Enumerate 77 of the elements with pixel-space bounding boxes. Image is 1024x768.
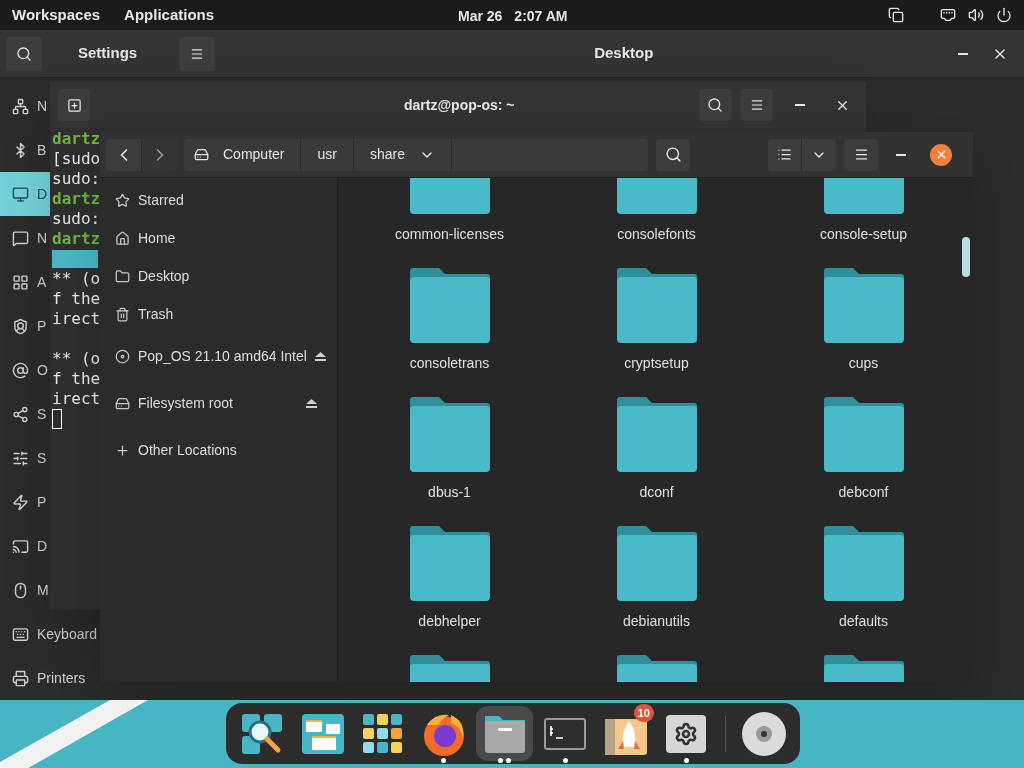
- places-item[interactable]: Desktop: [100, 257, 337, 295]
- sidebar-label: Printers: [37, 668, 86, 688]
- sidebar-item[interactable]: S: [0, 436, 50, 480]
- places-label: Other Locations: [138, 441, 237, 460]
- sidebar-item[interactable]: Keyboard: [0, 612, 97, 656]
- notification-badge: 10: [633, 704, 654, 722]
- path-button[interactable]: Computer: [184, 138, 302, 171]
- prompt-text: dartz: [52, 129, 101, 149]
- places-item[interactable]: Starred: [100, 181, 337, 219]
- top-bar-menu[interactable]: Applications: [124, 3, 215, 27]
- sidebar-item[interactable]: P: [0, 304, 50, 348]
- folder-name: defaults: [838, 612, 888, 631]
- folder-name: debhelper: [418, 612, 481, 631]
- places-item[interactable]: Home: [100, 219, 337, 257]
- places-item[interactable]: Trash: [100, 295, 337, 333]
- sidebar-label: S: [37, 448, 47, 468]
- folder-name: consoletrans: [409, 354, 490, 373]
- places-label: Starred: [138, 190, 184, 210]
- sidebar-item[interactable]: A: [0, 260, 50, 304]
- sidebar-label: D: [37, 536, 48, 556]
- prompt-text: dartz: [52, 189, 101, 209]
- places-item[interactable]: Filesystem root: [100, 380, 337, 427]
- sidebar-item[interactable]: N: [0, 84, 50, 128]
- sidebar-item[interactable]: P: [0, 480, 50, 524]
- terminal-line: sudo:: [52, 209, 101, 229]
- sidebar-item[interactable]: N: [0, 216, 50, 260]
- sidebar-label: A: [37, 272, 47, 292]
- clock[interactable]: Mar 26 2:07 AM: [458, 6, 568, 27]
- terminal-line: ** (o: [52, 269, 101, 289]
- sidebar-item[interactable]: S: [0, 392, 50, 436]
- sidebar-item[interactable]: O: [0, 348, 50, 392]
- terminal-line: irect: [52, 389, 101, 409]
- sidebar-label: S: [37, 404, 47, 424]
- dock-item[interactable]: 10: [597, 706, 654, 761]
- folder-name: cryptsetup: [624, 354, 689, 373]
- path-button[interactable]: share: [353, 138, 452, 171]
- folder-name: dconf: [639, 483, 674, 502]
- sidebar-label: Keyboard: [37, 624, 97, 644]
- places-label: Trash: [138, 304, 174, 324]
- terminal-line: irect: [52, 309, 101, 329]
- sidebar-label: D: [37, 184, 48, 204]
- places-item[interactable]: Pop_OS 21.10 amd64 Intel: [100, 333, 337, 380]
- folder-name: console-setup: [819, 225, 908, 244]
- window-title: Settings: [78, 43, 138, 64]
- path-button[interactable]: usr: [301, 138, 354, 171]
- sidebar-item[interactable]: B: [0, 128, 50, 172]
- terminal-line: ** (o: [52, 349, 101, 369]
- places-label: Home: [138, 228, 176, 248]
- sidebar-item[interactable]: M: [0, 568, 50, 612]
- places-label: Desktop: [138, 266, 190, 286]
- sidebar-label: M: [37, 580, 49, 600]
- folder-name: common-licenses: [395, 225, 504, 244]
- sidebar-label: B: [37, 140, 47, 160]
- places-label: Filesystem root: [138, 394, 233, 413]
- sidebar-label: N: [37, 96, 48, 116]
- folder-name: debianutils: [623, 612, 690, 631]
- prompt-text: dartz: [52, 229, 101, 249]
- sidebar-label: O: [37, 360, 48, 380]
- folder-name: dbus-1: [428, 483, 471, 502]
- folder-name: debconf: [838, 483, 889, 502]
- sidebar-label: N: [37, 228, 48, 248]
- terminal-line: sudo:: [52, 169, 101, 189]
- terminal-line: f the: [52, 289, 101, 309]
- places-label: Pop_OS 21.10 amd64 Intel: [138, 347, 307, 366]
- sidebar-item[interactable]: D: [0, 172, 50, 216]
- sidebar-label: P: [37, 492, 47, 512]
- sidebar-item[interactable]: Printers: [0, 656, 86, 700]
- top-bar-menu[interactable]: Workspaces: [12, 3, 101, 27]
- folder-name: cups: [848, 354, 879, 373]
- terminal-line: f the: [52, 369, 101, 389]
- folder-name: consolefonts: [617, 225, 696, 244]
- places-item[interactable]: Other Locations: [100, 427, 337, 474]
- window-title: dartz@pop-os: ~: [404, 95, 515, 115]
- sidebar-label: P: [37, 316, 47, 336]
- terminal-line: [sudo: [52, 149, 101, 169]
- panel-title: Desktop: [594, 43, 654, 64]
- sidebar-item[interactable]: D: [0, 524, 50, 568]
